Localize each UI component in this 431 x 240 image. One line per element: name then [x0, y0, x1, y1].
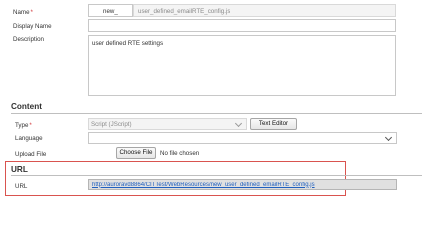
type-select[interactable]: Script (JScript) [88, 118, 247, 130]
name-label: Name* [13, 9, 33, 16]
type-value: Script (JScript) [91, 121, 132, 128]
chevron-down-icon [234, 119, 243, 128]
required-indicator: * [29, 122, 32, 129]
upload-file-label: Upload File [15, 151, 47, 158]
display-name-label: Display Name [13, 23, 52, 30]
display-name-input[interactable] [88, 19, 396, 32]
language-select[interactable] [88, 132, 397, 144]
choose-file-button[interactable]: Choose File [116, 147, 156, 159]
url-field: http://auroravd8864/CITTest/WebResources… [88, 179, 397, 190]
no-file-chosen-text: No file chosen [160, 150, 200, 157]
required-indicator: * [30, 9, 33, 16]
content-section-title: Content [11, 102, 42, 111]
type-label-text: Type [15, 122, 29, 129]
name-input[interactable]: user_defined_emailRTE_config.js [133, 4, 396, 17]
name-value: user_defined_emailRTE_config.js [138, 7, 231, 15]
name-label-text: Name [13, 9, 30, 16]
description-value: user defined RTE settings [92, 40, 164, 47]
name-prefix: new_ [103, 7, 118, 15]
text-editor-button[interactable]: Text Editor [250, 118, 297, 130]
description-textarea[interactable]: user defined RTE settings [88, 35, 396, 96]
name-prefix-field: new_ [88, 4, 133, 17]
chevron-down-icon [384, 133, 393, 142]
language-label: Language [15, 135, 43, 142]
content-divider [11, 113, 422, 114]
url-link[interactable]: http://auroravd8864/CITTest/WebResources… [92, 182, 392, 188]
type-label: Type* [15, 122, 32, 129]
description-label: Description [13, 36, 44, 43]
url-label: URL [15, 183, 28, 190]
url-section-title: URL [11, 165, 28, 174]
url-divider [11, 175, 422, 176]
